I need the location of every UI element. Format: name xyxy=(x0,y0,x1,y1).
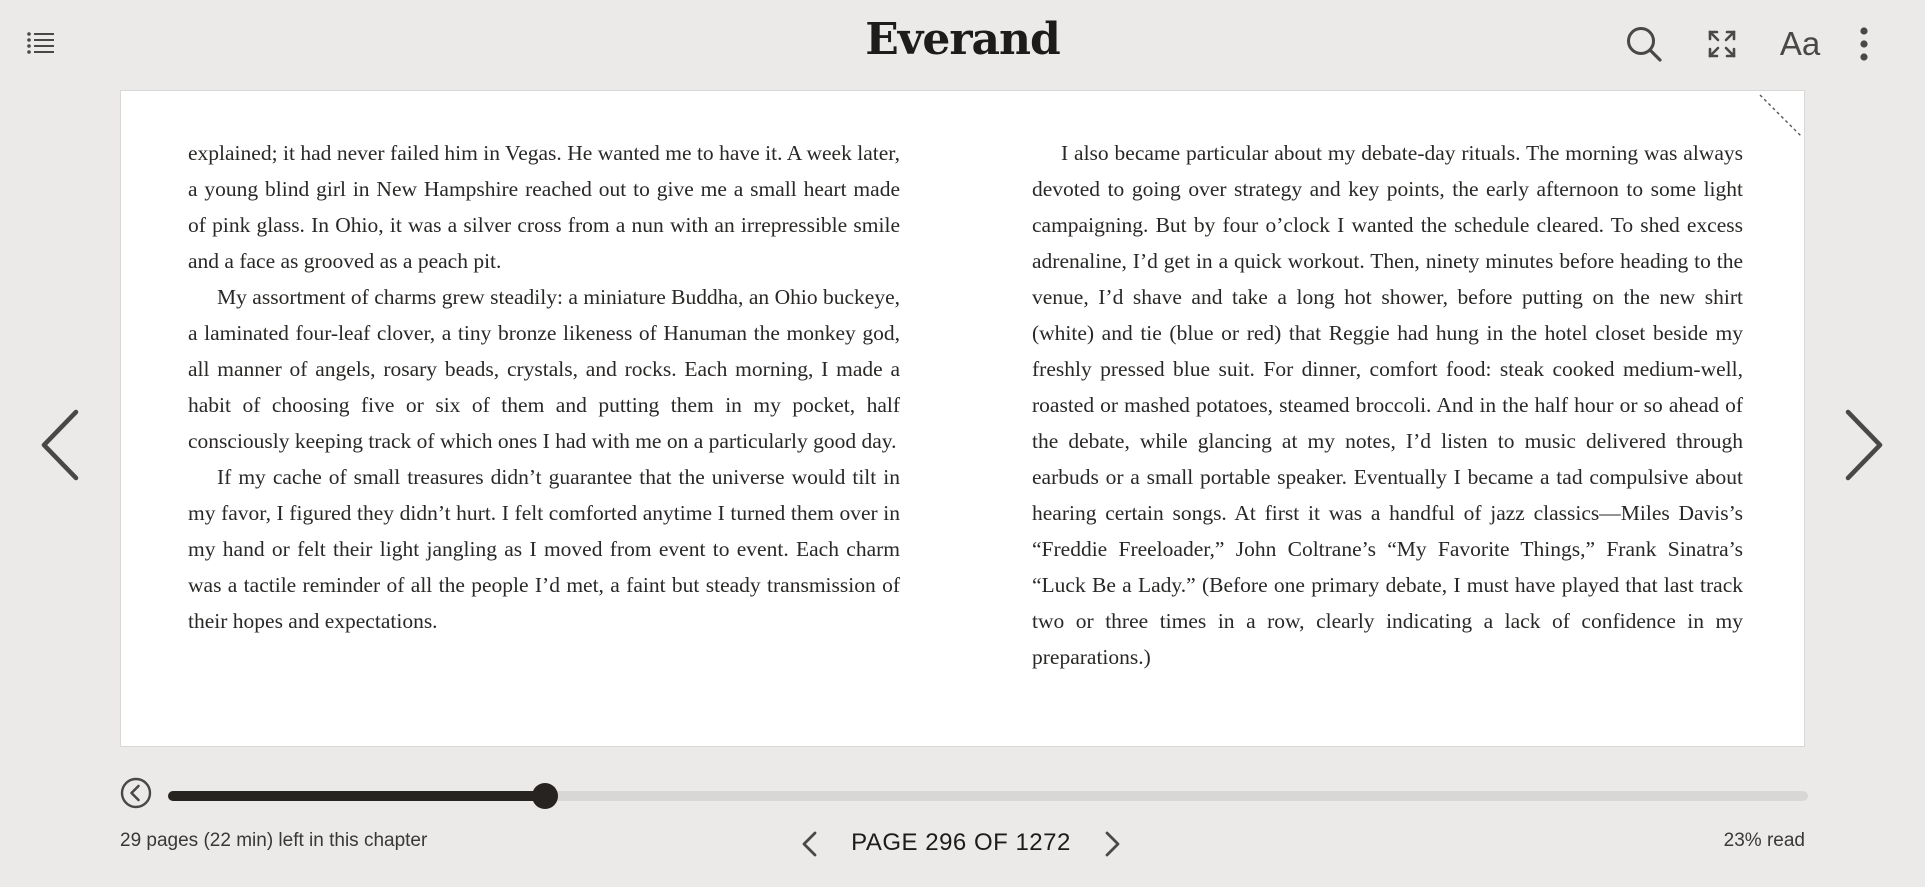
font-settings-button[interactable]: Aa xyxy=(1778,24,1822,64)
page-forward-button[interactable] xyxy=(1100,830,1124,858)
previous-page-button[interactable] xyxy=(38,408,82,482)
progress-fill xyxy=(168,791,546,801)
book-page[interactable]: explained; it had never failed him in Ve… xyxy=(120,90,1805,747)
paragraph: explained; it had never failed him in Ve… xyxy=(188,141,900,273)
chevron-right-icon xyxy=(1845,409,1883,481)
left-column-text: explained; it had never failed him in Ve… xyxy=(188,135,900,639)
fullscreen-icon xyxy=(1708,30,1736,58)
paragraph: My assortment of charms grew steadily: a… xyxy=(188,285,900,453)
return-to-previous-position-button[interactable] xyxy=(120,777,152,809)
progress-slider-thumb[interactable] xyxy=(532,783,559,809)
paragraph: I also became particular about my debate… xyxy=(1032,141,1743,669)
page-number-label: PAGE 296 OF 1272 xyxy=(851,829,1071,856)
page-navigator: PAGE 296 OF 1272 xyxy=(795,824,1125,864)
reading-progress-slider[interactable] xyxy=(168,783,1808,809)
chevron-left-icon xyxy=(41,409,79,481)
chevron-left-icon xyxy=(802,831,817,857)
fullscreen-button[interactable] xyxy=(1702,24,1742,64)
page-corner-bookmark-icon[interactable] xyxy=(1756,91,1804,139)
history-back-icon xyxy=(120,777,152,809)
top-bar: Everand Aa xyxy=(0,0,1925,90)
next-page-button[interactable] xyxy=(1842,408,1886,482)
page-back-button[interactable] xyxy=(798,830,822,858)
search-button[interactable] xyxy=(1624,24,1664,64)
more-options-button[interactable] xyxy=(1852,24,1876,64)
right-column-text: I also became particular about my debate… xyxy=(1032,135,1743,675)
paragraph: If my cache of small treasures didn’t gu… xyxy=(188,465,900,633)
more-vertical-icon xyxy=(1860,27,1868,61)
percent-read-text: 23% read xyxy=(1723,830,1805,851)
chevron-right-icon xyxy=(1105,831,1120,857)
search-icon xyxy=(1627,27,1662,62)
chapter-remaining-text: 29 pages (22 min) left in this chapter xyxy=(120,830,428,851)
